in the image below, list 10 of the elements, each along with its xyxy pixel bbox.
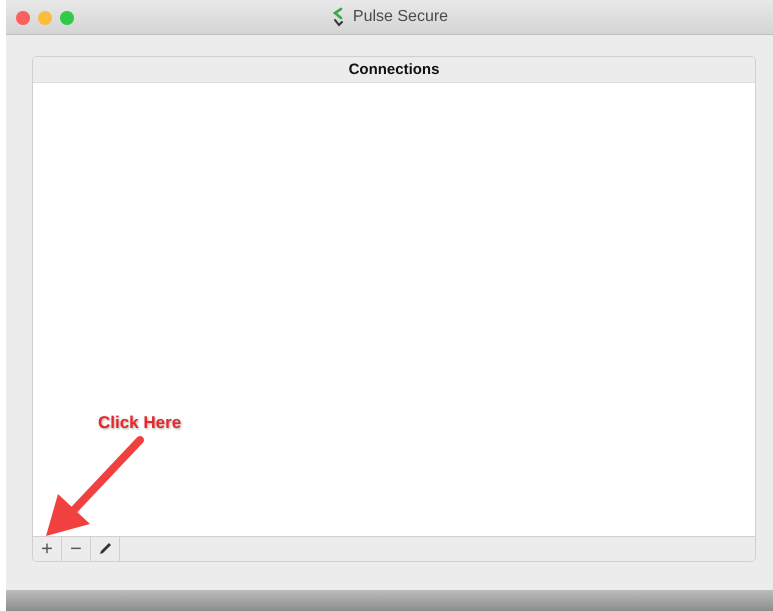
close-button[interactable] bbox=[16, 11, 30, 25]
window-title: Pulse Secure bbox=[352, 7, 448, 27]
remove-button[interactable]: − bbox=[62, 537, 91, 561]
pencil-icon bbox=[97, 541, 113, 557]
zoom-button[interactable] bbox=[60, 11, 74, 25]
minimize-button[interactable] bbox=[38, 11, 52, 25]
app-logo-icon bbox=[330, 7, 345, 27]
add-button[interactable]: + bbox=[33, 537, 62, 561]
annotation-text: Click Here bbox=[98, 412, 182, 434]
panel-header: Connections bbox=[33, 57, 755, 83]
